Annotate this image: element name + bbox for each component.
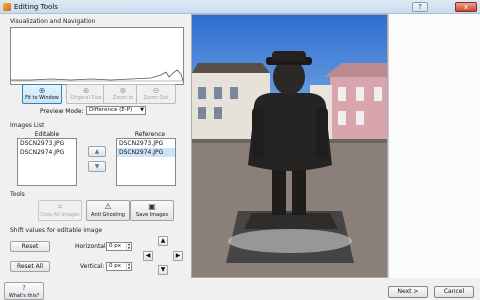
vertical-value: 0 px [109,263,121,269]
help-button[interactable]: ? [412,2,428,12]
crop-all-images-label: Crop All Images [40,212,80,218]
side-panel [388,14,480,278]
list-item[interactable]: DSCN2974.JPG [18,148,76,157]
shift-left-button[interactable]: ◀ [143,251,153,261]
shift-right-button[interactable]: ▶ [173,251,183,261]
tools-label: Tools [10,191,25,198]
original-size-label: Original Size [70,95,102,101]
next-button[interactable]: Next > [388,286,428,298]
reset-button[interactable]: Reset [10,241,50,252]
title-bar: Editing Tools ? x [0,0,480,14]
chevron-down-icon: ▼ [140,107,144,113]
cancel-button[interactable]: Cancel [434,286,474,298]
list-item[interactable]: DSCN2973.JPG [117,139,175,148]
histogram-graph [11,69,183,82]
shift-up-button[interactable]: ▲ [158,236,168,246]
app-icon [3,3,11,11]
preview-mode-select[interactable]: Difference (E-P) ▼ [86,106,146,115]
arrow-down-icon: ▼ [94,163,100,170]
save-images-label: Save Images [135,212,169,218]
arrow-down-icon: ▼ [160,266,166,273]
whats-this-button[interactable]: ? What's this? [4,282,44,300]
preview-mode-label: Preview Mode: [40,108,84,115]
statue-photo [192,15,387,277]
list-item[interactable]: DSCN2973.JPG [18,139,76,148]
shift-down-button[interactable]: ▼ [158,265,168,275]
zoom-out-icon: ⊖ [152,86,160,95]
spinner-arrows-icon[interactable]: ▲ ▼ [126,262,131,270]
anti-ghosting-label: Anti Ghosting [91,212,125,218]
fit-to-window-button[interactable]: ⊕ Fit to Window [22,84,62,104]
arrow-up-icon: ▲ [94,148,100,155]
navigation-histogram[interactable] [10,27,184,85]
editable-label: Editable [34,131,60,138]
vertical-label: Vertical: [80,263,105,270]
horizontal-value: 0 px [109,243,121,249]
help-icon: ? [22,284,26,292]
arrow-left-icon: ◀ [145,252,151,259]
reference-label: Reference [134,131,166,138]
horizontal-label: Horizontal: [75,243,108,250]
save-images-button[interactable]: ▣ Save Images [130,200,174,221]
horizontal-input[interactable]: 0 px ▲ ▼ [106,242,132,251]
zoom-out-button[interactable]: ⊖ Zoom Out [136,84,176,104]
control-panel: Visualization and Navigation ⊕ Fit to Wi… [0,14,190,300]
reference-list[interactable]: DSCN2973.JPG DSCN2974.JPG [116,138,176,186]
list-item-selected[interactable]: DSCN2974.JPG [117,148,175,157]
visualization-label: Visualization and Navigation [10,18,96,25]
spinner-arrows-icon[interactable]: ▲ ▼ [126,242,131,250]
crop-icon: ⌗ [57,202,63,211]
reset-all-button[interactable]: Reset All [10,261,50,272]
image-preview[interactable] [191,14,388,278]
zoom-fit-icon: ⊕ [38,86,46,95]
original-size-button[interactable]: ⊕ Original Size [66,84,106,104]
preview-mode-value: Difference (E-P) [89,107,133,113]
zoom-out-label: Zoom Out [143,95,169,101]
fit-to-window-label: Fit to Window [25,95,59,101]
save-icon: ▣ [148,202,156,211]
move-up-button[interactable]: ▲ [88,146,106,157]
close-button[interactable]: x [455,2,477,12]
crop-all-images-button[interactable]: ⌗ Crop All Images [38,200,82,221]
window-title: Editing Tools [14,3,58,11]
images-list-label: Images List [10,122,45,129]
anti-ghosting-button[interactable]: ⚠ Anti Ghosting [86,200,130,221]
zoom-original-icon: ⊕ [82,86,90,95]
shift-values-label: Shift values for editable image [10,227,103,234]
vertical-input[interactable]: 0 px ▲ ▼ [106,262,132,271]
anti-ghosting-icon: ⚠ [104,202,112,211]
whats-this-label: What's this? [8,293,40,299]
move-down-button[interactable]: ▼ [88,161,106,172]
arrow-up-icon: ▲ [160,237,166,244]
arrow-right-icon: ▶ [175,252,181,259]
editable-list[interactable]: DSCN2973.JPG DSCN2974.JPG [17,138,77,186]
